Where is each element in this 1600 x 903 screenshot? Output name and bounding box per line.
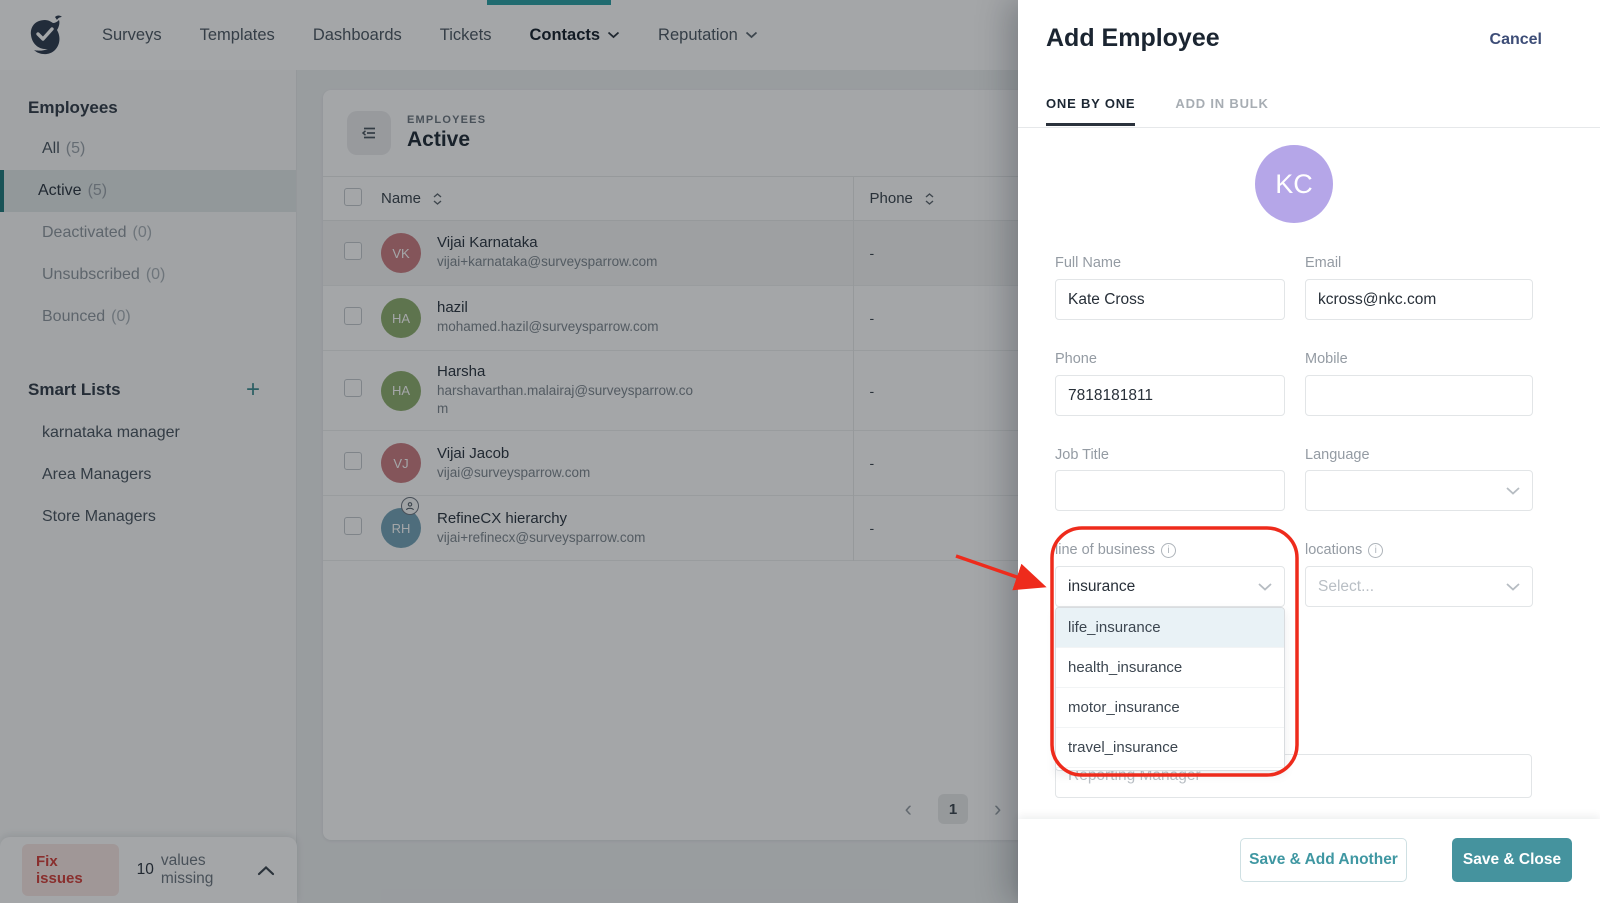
option-travel-insurance[interactable]: travel_insurance (1056, 728, 1284, 768)
phone-field[interactable] (1055, 375, 1285, 416)
line-of-business-options: life_insurance health_insurance motor_in… (1055, 607, 1285, 771)
add-employee-modal: Add Employee Cancel ONE BY ONE ADD IN BU… (1018, 0, 1600, 903)
chevron-down-icon (1506, 487, 1520, 495)
line-of-business-select[interactable]: insurance (1055, 566, 1285, 607)
language-label: Language (1305, 447, 1533, 463)
save-and-add-another-button[interactable]: Save & Add Another (1240, 838, 1407, 882)
locations-label: locations i (1305, 542, 1533, 558)
phone-label: Phone (1055, 351, 1097, 367)
save-and-close-button[interactable]: Save & Close (1452, 838, 1572, 882)
tabs-divider (1018, 127, 1600, 128)
mobile-field[interactable] (1305, 375, 1533, 416)
modal-tabs: ONE BY ONE ADD IN BULK (1046, 96, 1269, 126)
email-field[interactable] (1305, 279, 1533, 320)
locations-select[interactable]: Select... (1305, 566, 1533, 607)
tab-add-in-bulk[interactable]: ADD IN BULK (1175, 96, 1268, 126)
job-title-label: Job Title (1055, 447, 1109, 463)
info-icon: i (1368, 543, 1383, 558)
modal-title: Add Employee (1046, 24, 1220, 53)
info-icon: i (1161, 543, 1176, 558)
email-label: Email (1305, 255, 1533, 271)
tab-one-by-one[interactable]: ONE BY ONE (1046, 96, 1135, 126)
job-title-field[interactable] (1055, 470, 1285, 511)
line-of-business-label: line of business i (1055, 542, 1176, 558)
chevron-down-icon (1506, 583, 1520, 591)
option-motor-insurance[interactable]: motor_insurance (1056, 688, 1284, 728)
option-life-insurance[interactable]: life_insurance (1056, 608, 1284, 648)
cancel-button[interactable]: Cancel (1490, 31, 1542, 49)
chevron-down-icon (1258, 583, 1272, 591)
mobile-label: Mobile (1305, 351, 1533, 367)
modal-footer: Save & Add Another Save & Close (1018, 819, 1600, 903)
language-select[interactable] (1305, 470, 1533, 511)
employee-initials-avatar: KC (1255, 145, 1333, 223)
full-name-label: Full Name (1055, 255, 1121, 271)
option-health-insurance[interactable]: health_insurance (1056, 648, 1284, 688)
full-name-field[interactable] (1055, 279, 1285, 320)
